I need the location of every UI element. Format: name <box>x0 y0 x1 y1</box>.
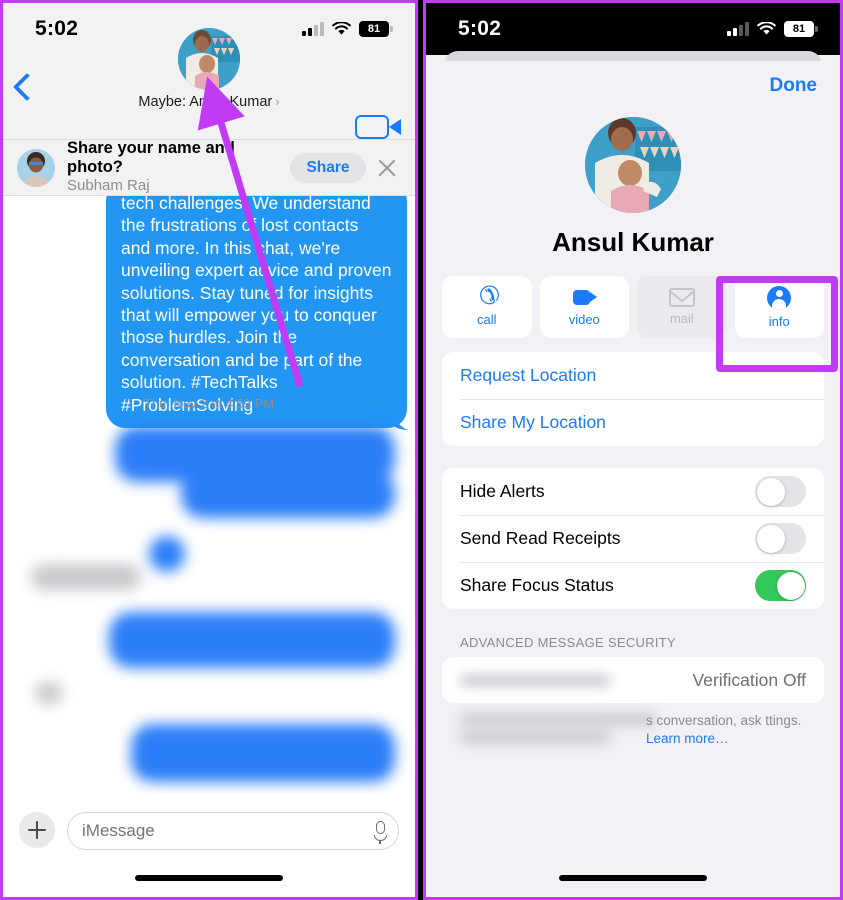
profile-section: Ansul Kumar <box>426 117 840 258</box>
battery-icon: 81 <box>784 21 818 37</box>
message-bubble-text: tech challenges! We understand the frust… <box>121 196 392 415</box>
status-bar-time: 5:02 <box>458 17 502 40</box>
action-label: mail <box>669 311 694 326</box>
person-circle-icon <box>767 285 792 310</box>
video-camera-icon <box>355 115 401 139</box>
row-label: Share Focus Status <box>460 575 614 595</box>
location-card: Request Location Share My Location <box>442 352 824 446</box>
header-contact-avatar[interactable] <box>178 28 240 90</box>
contact-info-sheet: Done Ansul Kumar ✆ call video mail info … <box>426 61 840 897</box>
banner-subtitle: Subham Raj <box>67 177 150 195</box>
banner-texts: Share your name and photo? Subham Raj <box>67 139 290 196</box>
message-bubble-outgoing[interactable]: tech challenges! We understand the frust… <box>106 196 407 428</box>
right-phone-frame: 5:02 81 Done Ansul Kumar ✆ call video ma… <box>423 0 843 900</box>
left-phone-frame: 5:02 81 Maybe: Ansul Kumar › Share your … <box>0 0 418 900</box>
verification-status: Verification Off <box>692 669 807 690</box>
row-send-read-receipts[interactable]: Send Read Receipts <box>442 515 824 562</box>
phone-icon <box>474 288 500 308</box>
header-contact-name-text: Maybe: Ansul Kumar <box>138 94 273 110</box>
video-call-button[interactable] <box>355 115 401 139</box>
footer-text-fragment: s conversation, ask ttings. <box>646 713 802 728</box>
row-label: Send Read Receipts <box>460 528 621 548</box>
row-label: Share My Location <box>460 412 606 432</box>
blurred-bubble <box>181 470 395 518</box>
envelope-icon <box>668 288 695 307</box>
imessage-input[interactable] <box>82 821 384 841</box>
blurred-bubble <box>35 682 63 704</box>
message-input-bar <box>3 794 415 897</box>
conversation-body: tech challenges! We understand the frust… <box>3 196 415 853</box>
blurred-row-label <box>460 674 610 686</box>
profile-name: Ansul Kumar <box>552 227 714 257</box>
action-label: video <box>568 311 600 327</box>
blurred-bubble <box>31 564 141 590</box>
status-bar-time: 5:02 <box>35 17 79 40</box>
plus-icon[interactable] <box>19 812 55 848</box>
done-button[interactable]: Done <box>770 75 818 97</box>
banner-avatar <box>17 148 55 187</box>
close-icon[interactable] <box>374 155 399 181</box>
header-contact-name[interactable]: Maybe: Ansul Kumar › <box>3 94 415 110</box>
action-label: info <box>768 313 790 329</box>
blurred-footer-text <box>460 714 656 743</box>
action-button-mail: mail <box>637 276 727 338</box>
row-label: Hide Alerts <box>460 481 545 501</box>
action-label: call <box>476 311 497 327</box>
security-section-title: ADVANCED MESSAGE SECURITY <box>460 635 677 650</box>
video-camera-icon <box>571 288 598 308</box>
screenshot-stage: 5:02 81 Maybe: Ansul Kumar › Share your … <box>0 0 843 900</box>
toggle-hide-alerts[interactable] <box>755 476 806 507</box>
learn-more-link[interactable]: Learn more… <box>646 731 729 746</box>
left-phone-screen: 5:02 81 Maybe: Ansul Kumar › Share your … <box>3 3 415 897</box>
right-phone-screen: 5:02 81 Done Ansul Kumar ✆ call video ma… <box>426 3 840 897</box>
row-share-my-location[interactable]: Share My Location <box>442 399 824 446</box>
imessage-field-wrapper[interactable] <box>67 812 399 850</box>
status-bar-indicators: 81 <box>302 21 393 37</box>
home-indicator <box>559 875 707 881</box>
row-share-focus-status[interactable]: Share Focus Status <box>442 562 824 609</box>
battery-icon: 81 <box>359 21 393 37</box>
microphone-icon[interactable] <box>374 821 387 844</box>
verification-row[interactable]: Verification Off <box>442 657 824 703</box>
sheet-toolbar: Done <box>426 61 840 111</box>
toggle-share-focus-status[interactable] <box>755 570 806 601</box>
blurred-conversation <box>3 418 415 798</box>
share-name-banner: Share your name and photo? Subham Raj Sh… <box>3 139 415 196</box>
banner-title: Share your name and photo? <box>67 139 235 177</box>
chevron-right-icon: › <box>275 94 280 109</box>
action-button-info[interactable]: info <box>734 276 824 338</box>
security-footer: s conversation, ask ttings. Learn more… <box>460 712 824 752</box>
home-indicator <box>135 875 283 881</box>
cellular-bars-icon <box>302 22 324 36</box>
profile-avatar[interactable] <box>585 117 681 213</box>
status-bar-indicators: 81 <box>727 21 818 37</box>
chat-header: Maybe: Ansul Kumar › <box>3 28 415 140</box>
footer-visible-text: s conversation, ask ttings. Learn more… <box>646 712 816 748</box>
action-button-call[interactable]: call <box>442 276 532 338</box>
wifi-icon <box>757 22 776 35</box>
row-hide-alerts[interactable]: Hide Alerts <box>442 468 824 515</box>
message-timestamp: Thu, Nov 2 at 4:59 PM <box>143 396 275 411</box>
row-label: Request Location <box>460 365 597 385</box>
status-bar-right: 5:02 81 <box>426 3 840 55</box>
toggle-send-read-receipts[interactable] <box>755 523 806 554</box>
quick-action-row: call video mail info <box>426 258 840 338</box>
row-request-location[interactable]: Request Location <box>442 352 824 399</box>
wifi-icon <box>332 22 351 35</box>
blurred-bubble <box>131 724 395 782</box>
action-button-video[interactable]: video <box>539 276 629 338</box>
cellular-bars-icon <box>727 22 749 36</box>
preferences-card: Hide Alerts Send Read Receipts Share Foc… <box>442 468 824 609</box>
share-button[interactable]: Share <box>290 152 366 183</box>
blurred-bubble <box>109 612 395 668</box>
blurred-bubble <box>149 536 185 572</box>
